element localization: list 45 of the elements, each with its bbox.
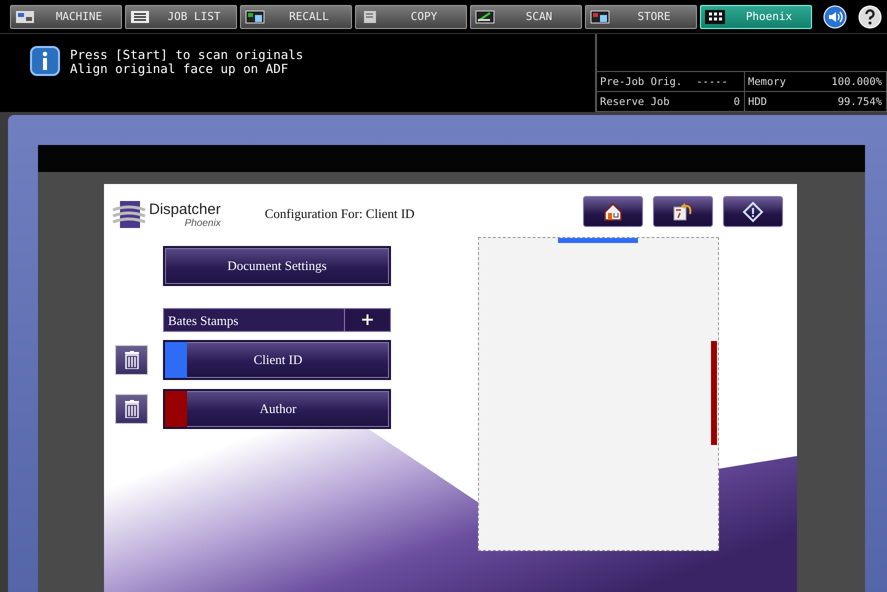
help-icon[interactable] [858,4,882,28]
stamp-button[interactable]: Client ID [163,340,391,380]
status-label: Reserve Job [600,96,670,108]
tab[interactable]: MACHINE [10,4,122,28]
configuration-title: Configuration For: Client ID [264,205,415,222]
message-text: Press [Start] to scan originals [70,48,304,62]
tab[interactable]: SCAN [470,4,582,28]
tab-icon [590,8,610,24]
undo-button[interactable] [653,196,713,227]
home-icon [602,200,624,222]
status-label: Pre-Job Orig. [600,76,682,88]
tab[interactable]: Phoenix [700,4,812,28]
start-button[interactable] [723,196,783,227]
tab-icon [475,8,495,24]
trash-icon [124,351,140,369]
status-value: 100.000% [831,76,882,88]
logo-text: Dispatcher [149,202,221,218]
sound-icon[interactable] [823,4,847,28]
delete-button[interactable] [115,345,148,375]
tab[interactable]: COPY [355,4,467,28]
tab[interactable]: JOB LIST [125,4,237,28]
add-button[interactable]: + [344,309,390,331]
trash-icon [124,400,140,418]
start-icon [742,200,764,222]
document-settings-button[interactable]: Document Settings [163,246,391,286]
undo-icon [672,200,694,222]
status-value: 0 [734,96,740,108]
message-text: Align original face up on ADF [70,62,288,76]
section-title: Bates Stamps [167,312,240,330]
info-icon [30,46,60,76]
tab-icon [245,8,265,24]
tab-icon [130,8,150,24]
status-value: ----- [696,76,728,88]
status-label: Memory [748,76,786,88]
status-label: HDD [748,96,767,108]
tab-icon [705,8,725,24]
logo-icon [112,200,146,230]
delete-button[interactable] [115,394,148,424]
tab-icon [15,8,35,24]
home-button[interactable] [583,196,643,227]
tab[interactable]: STORE [585,4,697,28]
tab[interactable]: RECALL [240,4,352,28]
status-value: 99.754% [838,96,882,108]
logo-subtitle: Phoenix [184,218,221,228]
stamp-button[interactable]: Author [163,389,391,429]
